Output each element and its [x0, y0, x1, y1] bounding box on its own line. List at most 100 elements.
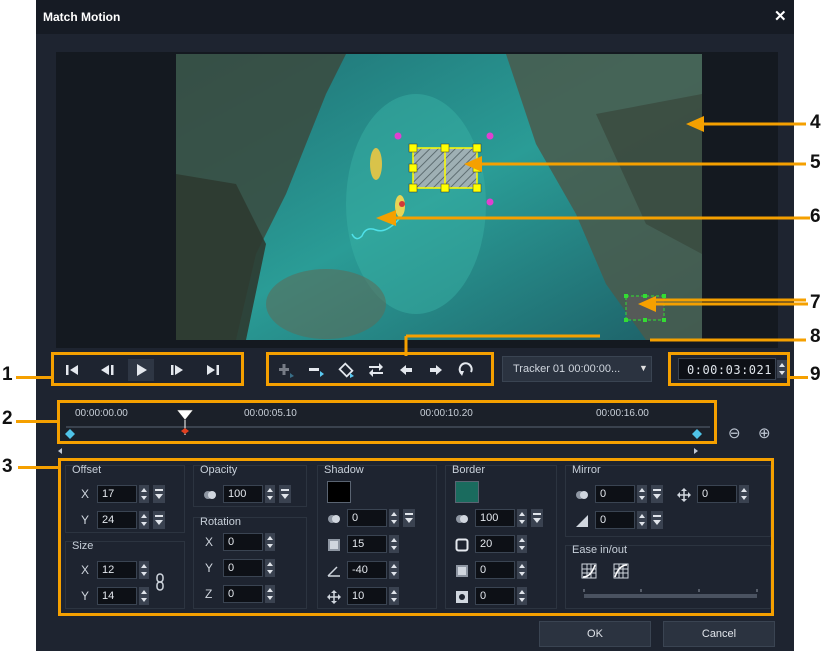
callout-8-line [404, 334, 600, 356]
mirror-distance-stepper[interactable] [739, 485, 749, 503]
offset-x-keyframe-button[interactable] [153, 485, 165, 503]
border-blur-input[interactable]: 0 [475, 561, 515, 579]
border-label: Border [452, 464, 486, 476]
cancel-button[interactable]: Cancel [663, 621, 775, 647]
ease-out-icon[interactable] [613, 563, 629, 579]
border-keyframe-button[interactable] [531, 509, 543, 527]
border-color-swatch[interactable] [455, 481, 479, 503]
shadow-distance-stepper[interactable] [389, 587, 399, 605]
border-blur-stepper[interactable] [517, 561, 527, 579]
size-y-stepper[interactable] [139, 587, 149, 605]
play-icon [137, 364, 147, 376]
mirror-distance-input[interactable]: 0 [697, 485, 737, 503]
border-inner-stepper[interactable] [517, 587, 527, 605]
rotation-label: Rotation [200, 516, 241, 528]
callout-line-9 [790, 376, 808, 379]
rotation-x-stepper[interactable] [265, 533, 275, 551]
angle-icon [327, 566, 340, 577]
shadow-angle-stepper[interactable] [389, 561, 399, 579]
skip-end-icon [207, 365, 219, 375]
rotation-x-input[interactable]: 0 [223, 533, 263, 551]
mirror-keyframe-button[interactable] [651, 485, 663, 503]
border-width-stepper[interactable] [517, 535, 527, 553]
mirror-fade-stepper[interactable] [637, 511, 647, 529]
rotation-y-stepper[interactable] [265, 559, 275, 577]
mirror-fade-input[interactable]: 0 [595, 511, 635, 529]
remove-keyframe-icon [309, 368, 324, 377]
offset-label: Offset [72, 464, 102, 476]
opacity-label: Opacity [200, 464, 238, 476]
mirror-fade-icon [576, 515, 588, 527]
offset-y-keyframe-button[interactable] [153, 511, 165, 529]
rotation-x-label: X [205, 535, 214, 549]
title-bar: Match Motion ✕ [36, 0, 794, 34]
size-x-stepper[interactable] [139, 561, 149, 579]
mirror-fade-keyframe-button[interactable] [651, 511, 663, 529]
border-width-input[interactable]: 20 [475, 535, 515, 553]
swap-keyframes-button[interactable] [363, 359, 389, 381]
aerial-video-image [176, 54, 702, 340]
remove-keyframe-button[interactable] [303, 359, 329, 381]
shadow-blur-stepper[interactable] [389, 535, 399, 553]
callout-line-1 [16, 376, 52, 379]
callout-2: 2 [2, 408, 13, 429]
rotation-z-input[interactable]: 0 [223, 585, 263, 603]
next-frame-button[interactable] [164, 359, 190, 381]
close-icon[interactable]: ✕ [774, 7, 787, 25]
callout-5-arrow [464, 156, 710, 172]
offset-x-input[interactable]: 17 [97, 485, 137, 503]
shadow-blur-input[interactable]: 15 [347, 535, 387, 553]
add-keyframe-button[interactable] [273, 359, 299, 381]
previous-frame-button[interactable] [94, 359, 120, 381]
go-to-end-button[interactable] [200, 359, 226, 381]
shadow-opacity-stepper[interactable] [389, 509, 399, 527]
offset-y-label: Y [81, 513, 90, 527]
shadow-angle-input[interactable]: -40 [347, 561, 387, 579]
ok-button[interactable]: OK [539, 621, 651, 647]
mirror-opacity-input[interactable]: 0 [595, 485, 635, 503]
ease-label: Ease in/out [572, 544, 628, 556]
timeline-scroll[interactable] [58, 446, 698, 456]
opacity-input[interactable]: 100 [223, 485, 263, 503]
shadow-distance-input[interactable]: 10 [347, 587, 387, 605]
step-forward-icon [171, 365, 183, 375]
go-to-start-button[interactable] [59, 359, 85, 381]
border-inner-input[interactable]: 0 [475, 587, 515, 605]
border-opacity-icon [456, 515, 468, 523]
size-y-label: Y [81, 589, 90, 603]
shadow-keyframe-button[interactable] [403, 509, 415, 527]
rotation-y-input[interactable]: 0 [223, 559, 263, 577]
playhead[interactable] [176, 409, 194, 435]
shadow-color-swatch[interactable] [327, 481, 351, 503]
callout-line-3 [18, 466, 60, 469]
offset-x-stepper[interactable] [139, 485, 149, 503]
skip-start-icon [66, 365, 78, 375]
shadow-opacity-input[interactable]: 0 [347, 509, 387, 527]
link-icon[interactable] [154, 573, 166, 591]
offset-y-stepper[interactable] [139, 511, 149, 529]
reverse-keyframe-button[interactable] [333, 359, 359, 381]
ease-in-icon[interactable] [581, 563, 597, 579]
border-opacity-stepper[interactable] [517, 509, 527, 527]
timeline[interactable]: 00:00:00.00 00:00:05.10 00:00:10.20 00:0… [57, 400, 717, 444]
swap-icon [369, 363, 383, 377]
opacity-stepper[interactable] [265, 485, 275, 503]
callout-4: 4 [810, 112, 821, 133]
border-opacity-input[interactable]: 100 [475, 509, 515, 527]
offset-y-input[interactable]: 24 [97, 511, 137, 529]
move-icon [327, 590, 341, 604]
keyframe-marker[interactable] [65, 429, 75, 439]
border-inner-icon [456, 591, 468, 603]
mirror-distance-icon [677, 488, 691, 502]
size-y-input[interactable]: 14 [97, 587, 137, 605]
mirror-opacity-stepper[interactable] [637, 485, 647, 503]
callout-3: 3 [2, 456, 13, 477]
play-button[interactable] [128, 359, 154, 381]
size-label: Size [72, 540, 94, 552]
rotation-z-stepper[interactable] [265, 585, 275, 603]
size-x-input[interactable]: 12 [97, 561, 137, 579]
border-width-icon [455, 538, 469, 552]
dialog-title: Match Motion [43, 10, 121, 24]
opacity-keyframe-button[interactable] [279, 485, 291, 503]
ease-slider[interactable] [581, 585, 761, 601]
